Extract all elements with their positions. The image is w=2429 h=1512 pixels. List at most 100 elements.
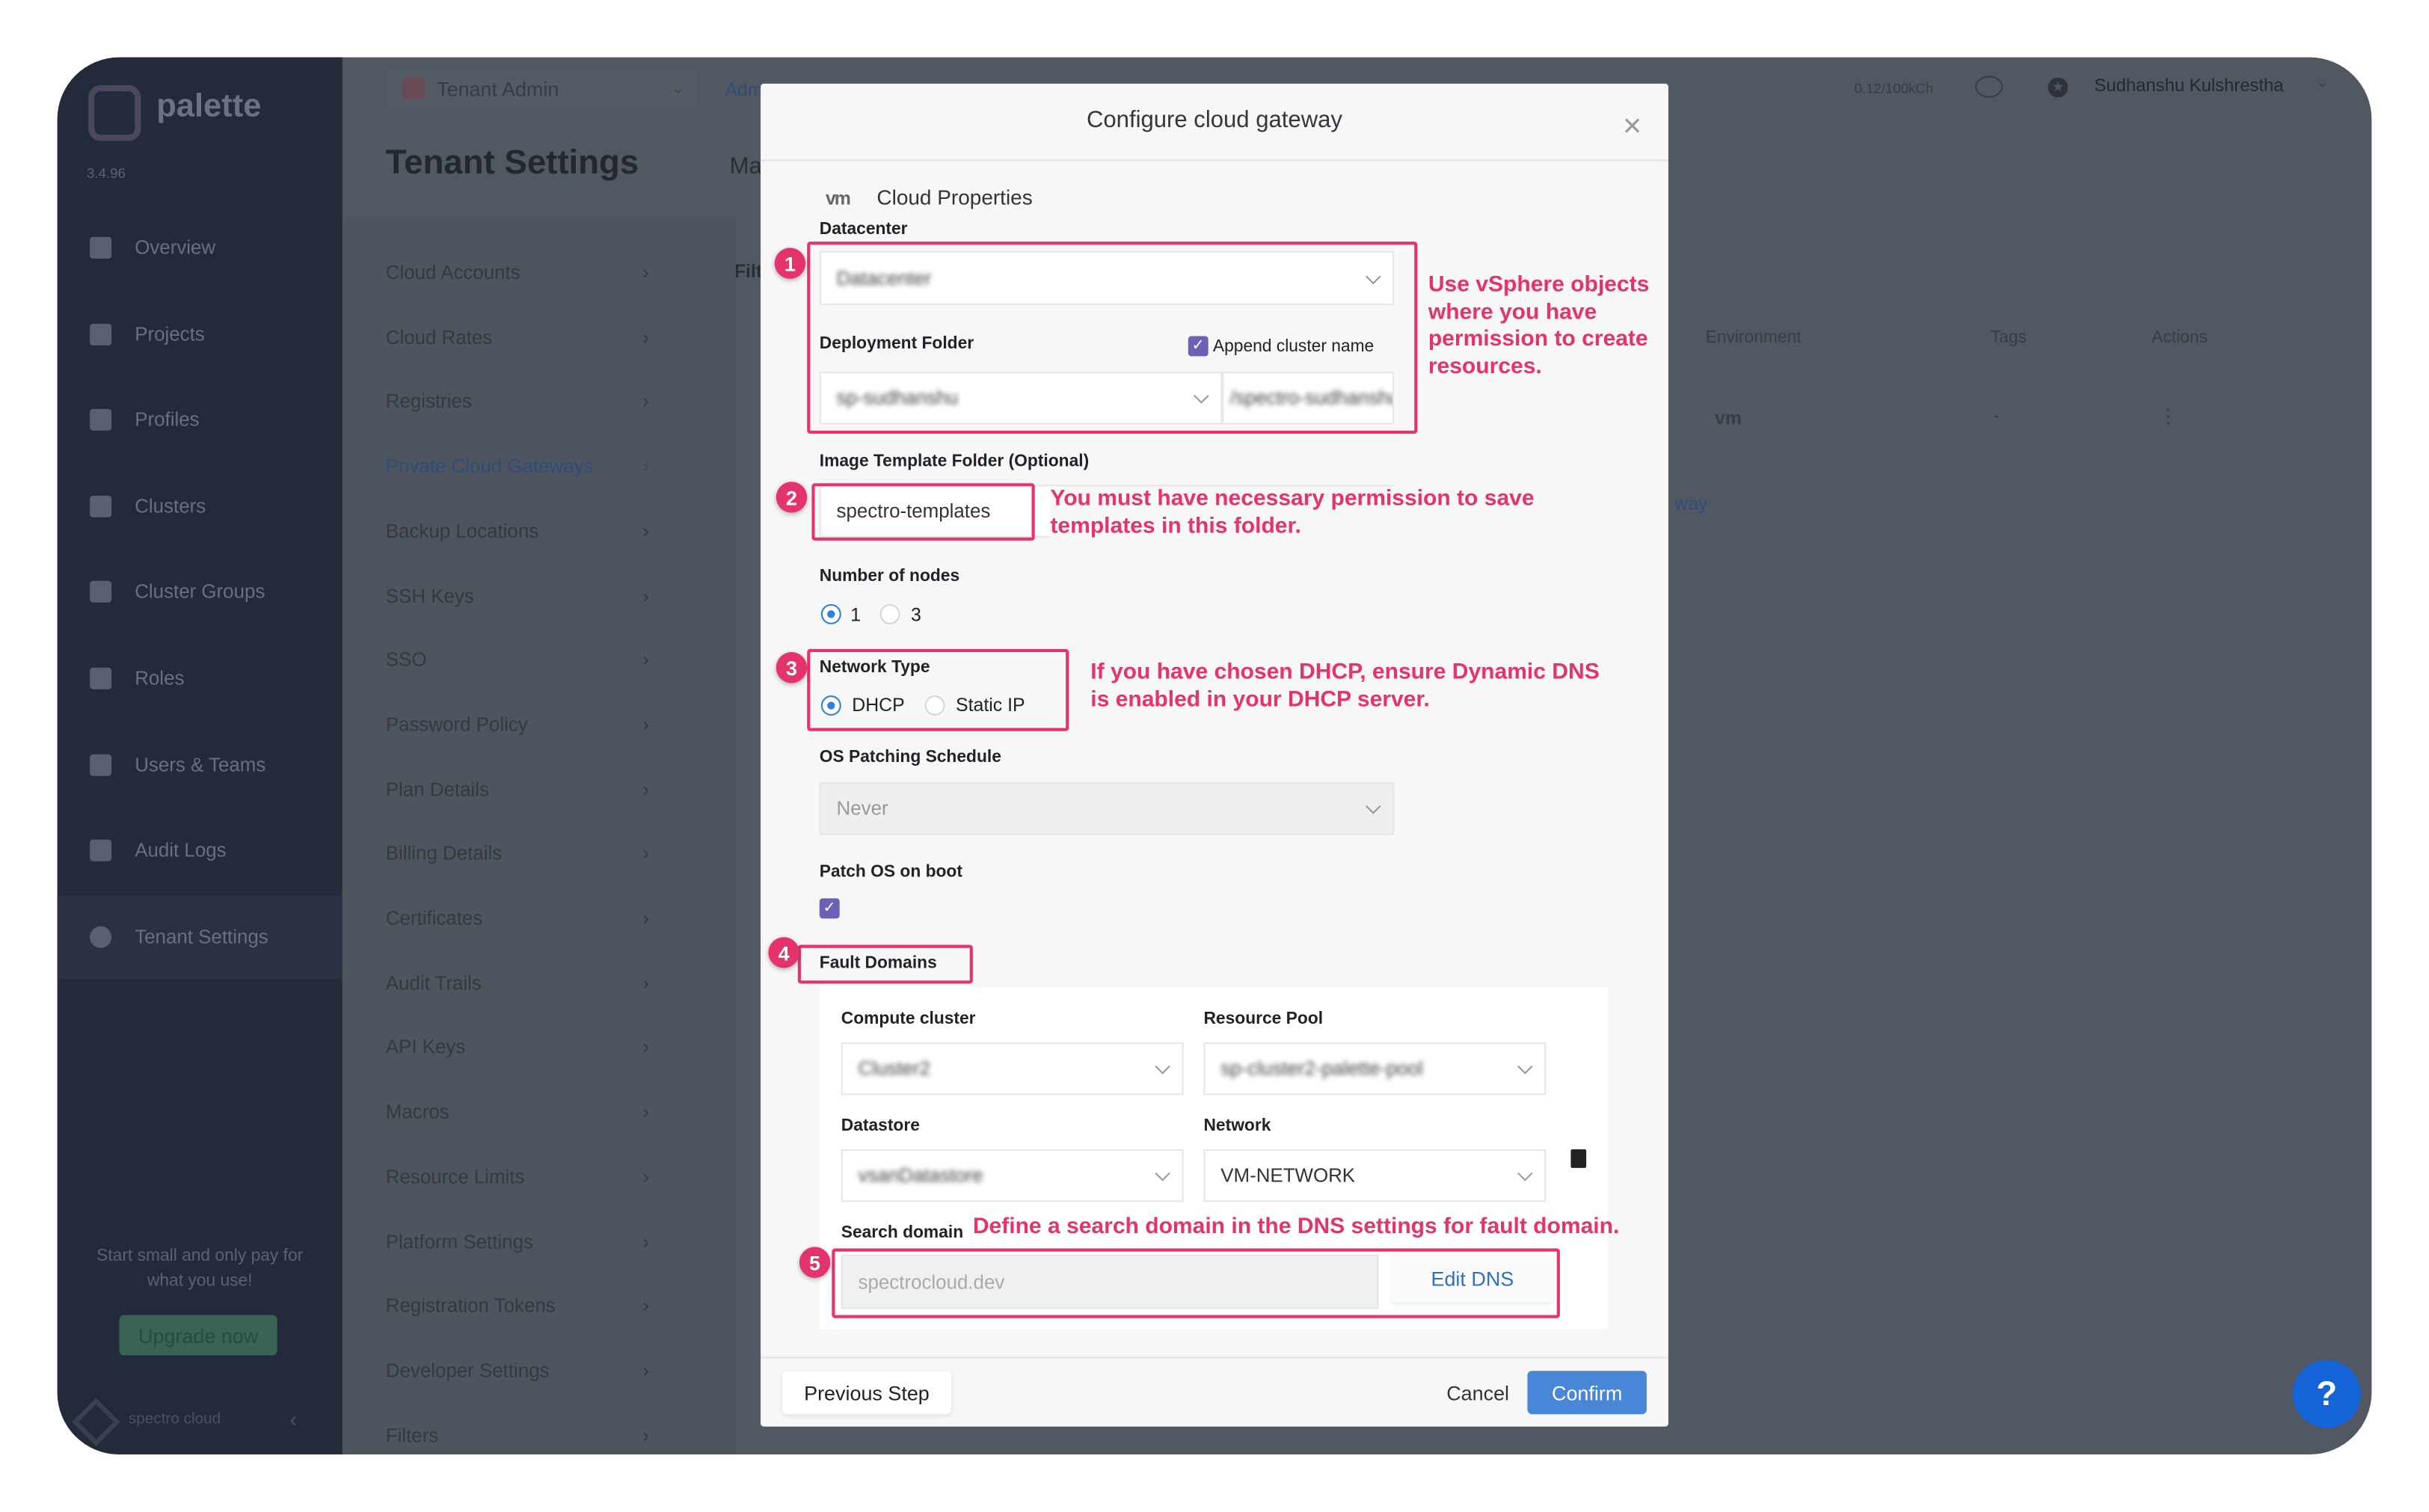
- user-name[interactable]: Sudhanshu Kulshrestha: [2095, 78, 2284, 96]
- trash-icon[interactable]: [1570, 1149, 1587, 1168]
- confirm-button[interactable]: Confirm: [1527, 1371, 1647, 1415]
- chevron-right-icon: ›: [642, 649, 649, 672]
- chevron-right-icon: ›: [642, 713, 649, 736]
- annotation-badge-1: 1: [774, 248, 806, 279]
- cancel-button[interactable]: Cancel: [1439, 1371, 1517, 1414]
- resource-pool-select[interactable]: sp-cluster2-palette-pool: [1203, 1042, 1547, 1095]
- sidebar-item-label: Profiles: [135, 408, 200, 431]
- chevron-right-icon: ›: [642, 1295, 649, 1318]
- sidebar-item-projects[interactable]: Projects: [58, 304, 343, 366]
- table-header-actions: Actions: [2152, 328, 2208, 347]
- settings-menu-item[interactable]: Registration Tokens ›: [386, 1295, 649, 1317]
- settings-menu-item[interactable]: Macros ›: [386, 1101, 649, 1123]
- settings-menu-label: Cloud Accounts: [385, 262, 520, 284]
- settings-menu-label: SSH Keys: [385, 584, 474, 606]
- sidebar-item-tenant-settings[interactable]: Tenant Settings: [57, 895, 343, 980]
- nodes-radio-1[interactable]: [820, 603, 841, 624]
- nodes-option-1: 1: [850, 603, 862, 626]
- settings-menu-item[interactable]: Cloud Accounts ›: [386, 262, 649, 283]
- settings-menu-item[interactable]: Filters ›: [386, 1425, 649, 1446]
- compute-cluster-label: Compute cluster: [841, 1009, 976, 1029]
- sidebar-item-label: Projects: [135, 323, 205, 345]
- settings-menu-label: Resource Limits: [385, 1166, 525, 1188]
- chevron-right-icon: ›: [642, 326, 649, 348]
- projects-icon: [90, 323, 112, 345]
- scope-selector[interactable]: Tenant Admin ⌄: [387, 70, 698, 107]
- table-cell-environment: vm: [1715, 407, 1742, 429]
- table-header-environment: Environment: [1705, 328, 1802, 347]
- nodes-radio-3[interactable]: [879, 603, 900, 624]
- collapse-sidebar-icon[interactable]: ‹: [289, 1407, 297, 1431]
- settings-menu-label: Filters: [385, 1424, 439, 1446]
- help-button[interactable]: ?: [2292, 1359, 2361, 1428]
- annotation-badge-4: 4: [768, 937, 799, 968]
- breadcrumb[interactable]: Adm: [725, 79, 763, 101]
- upgrade-button[interactable]: Upgrade now: [119, 1315, 277, 1356]
- resource-pool-value: sp-cluster2-palette-pool: [1220, 1057, 1423, 1080]
- settings-menu-item[interactable]: Certificates ›: [386, 908, 649, 929]
- chevron-right-icon: ›: [642, 1359, 649, 1382]
- os-patch-select[interactable]: Never: [819, 782, 1395, 835]
- settings-menu-item[interactable]: Developer Settings ›: [386, 1359, 649, 1381]
- compute-cluster-select[interactable]: Cluster2: [841, 1042, 1184, 1095]
- settings-menu-item[interactable]: Registries ›: [386, 391, 649, 413]
- settings-menu-item[interactable]: SSH Keys ›: [386, 585, 649, 606]
- sidebar-item-profiles[interactable]: Profiles: [58, 389, 343, 451]
- sidebar-item-overview[interactable]: Overview: [58, 217, 343, 279]
- network-value: VM-NETWORK: [1220, 1164, 1356, 1187]
- annotation-note-2: You must have necessary permission to sa…: [1050, 486, 1593, 541]
- row-actions-icon[interactable]: ⋮: [2158, 405, 2178, 429]
- chevron-right-icon: ›: [642, 455, 649, 478]
- settings-menu-label: Certificates: [385, 907, 483, 929]
- modal-title: Configure cloud gateway: [1086, 106, 1342, 134]
- chevron-right-icon: ›: [642, 778, 649, 801]
- settings-menu-item[interactable]: Cloud Rates ›: [386, 326, 649, 348]
- settings-menu-item[interactable]: Audit Trails ›: [386, 972, 649, 994]
- settings-menu-item[interactable]: API Keys ›: [386, 1037, 649, 1059]
- chat-icon[interactable]: [1975, 76, 2003, 98]
- sidebar: palette 3.4.96 Overview Projects Profile…: [57, 57, 343, 1455]
- network-select[interactable]: VM-NETWORK: [1203, 1149, 1547, 1202]
- sidebar-item-audit-logs[interactable]: Audit Logs: [58, 820, 343, 882]
- previous-step-button[interactable]: Previous Step: [782, 1371, 951, 1415]
- user-menu-chevron-icon[interactable]: ⌄: [2316, 74, 2329, 91]
- brand-name: palette: [156, 88, 262, 124]
- settings-menu-item[interactable]: SSO ›: [386, 649, 649, 671]
- settings-menu-item[interactable]: Private Cloud Gateways ›: [386, 455, 649, 477]
- chevron-right-icon: ›: [642, 972, 649, 995]
- annotation-note-3: If you have chosen DHCP, ensure Dynamic …: [1090, 660, 1600, 712]
- settings-menu-label: SSO: [385, 649, 427, 672]
- server-icon: [90, 495, 112, 517]
- settings-menu-item[interactable]: Password Policy ›: [386, 714, 649, 736]
- settings-menu-item[interactable]: Resource Limits ›: [386, 1166, 649, 1187]
- close-icon[interactable]: ✕: [1622, 111, 1643, 142]
- gear-icon: [90, 926, 112, 948]
- chart-icon: [90, 236, 112, 259]
- patch-on-boot-checkbox[interactable]: ✓: [819, 898, 840, 919]
- divider: [761, 159, 1668, 162]
- sidebar-item-roles[interactable]: Roles: [58, 648, 343, 710]
- settings-menu-item[interactable]: Billing Details ›: [386, 843, 649, 864]
- datastore-select[interactable]: vsanDatastore: [841, 1149, 1184, 1202]
- sidebar-item-users-teams[interactable]: Users & Teams: [58, 734, 343, 796]
- vmware-logo: vm: [826, 187, 851, 209]
- chevron-right-icon: ›: [642, 1036, 649, 1059]
- annotation-badge-3: 3: [776, 652, 808, 683]
- settings-menu-label: Platform Settings: [385, 1230, 533, 1253]
- chevron-down-icon: [1517, 1166, 1533, 1181]
- chevron-down-icon: [1155, 1166, 1170, 1181]
- chevron-right-icon: ›: [642, 390, 649, 413]
- star-icon[interactable]: ★: [2048, 77, 2069, 98]
- settings-menu-item[interactable]: Backup Locations ›: [386, 520, 649, 542]
- log-icon: [90, 839, 112, 861]
- annotation-note-1: Use vSphere objects where you have permi…: [1428, 272, 1650, 379]
- sidebar-item-label: Cluster Groups: [135, 580, 265, 603]
- sidebar-item-cluster-groups[interactable]: Cluster Groups: [58, 561, 343, 623]
- chevron-right-icon: ›: [642, 907, 649, 929]
- sidebar-item-clusters[interactable]: Clusters: [58, 476, 343, 538]
- settings-menu-item[interactable]: Plan Details ›: [386, 778, 649, 800]
- add-gateway-link[interactable]: way: [1674, 493, 1707, 514]
- settings-menu-item[interactable]: Platform Settings ›: [386, 1231, 649, 1253]
- annotation-badge-2: 2: [776, 482, 808, 513]
- users-icon: [90, 754, 112, 776]
